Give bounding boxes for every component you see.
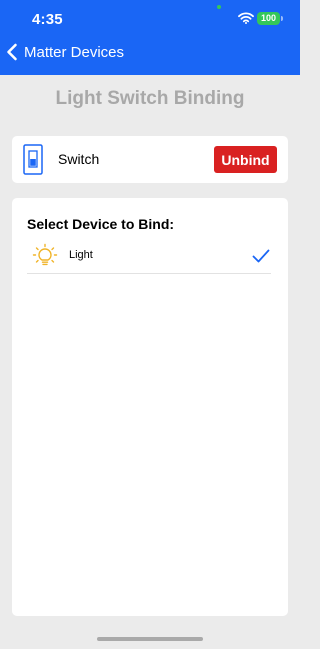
light-switch-icon [23,144,43,175]
page-title: Light Switch Binding [55,88,245,109]
chevron-left-icon [7,43,17,61]
device-label: Light [69,249,93,261]
bound-device-card: Switch Unbind [12,136,288,183]
unbind-button[interactable]: Unbind [214,146,277,173]
lightbulb-icon [32,243,58,266]
device-select-card: Select Device to Bind: Light [12,198,288,616]
battery-tip [281,16,283,21]
checkmark-icon [252,249,270,263]
status-time: 4:35 [32,11,63,28]
back-button[interactable]: Matter Devices [6,41,124,63]
select-heading: Select Device to Bind: [27,216,175,232]
privacy-indicator [217,5,221,9]
battery-icon: 100 [257,12,280,25]
home-indicator[interactable] [97,637,203,641]
back-button-label: Matter Devices [24,43,125,61]
device-row-light[interactable]: Light [27,238,271,274]
bound-device-label: Switch [58,151,100,167]
wifi-icon [238,12,254,24]
header-bar: 4:35 100 Matter Devices [0,0,300,75]
